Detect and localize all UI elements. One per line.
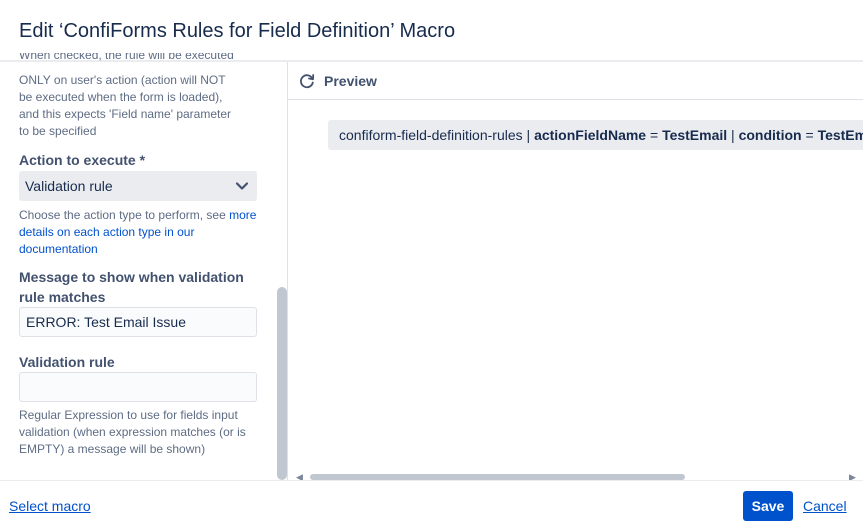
validation-rule-input[interactable]	[19, 372, 257, 402]
macro-preview-placeholder: confiform-field-definition-rules | actio…	[328, 120, 863, 150]
dialog-title: Edit ‘ConfiForms Rules for Field Definit…	[19, 20, 456, 42]
save-button[interactable]: Save	[743, 491, 793, 521]
validation-rule-help: Regular Expression to use for fields inp…	[19, 408, 246, 456]
action-select-value: Validation rule	[25, 178, 113, 194]
action-select[interactable]: Validation rule	[19, 171, 257, 201]
cut-help-line-0: When checked, the rule will be executed	[19, 53, 234, 62]
validation-rule-label: Validation rule	[19, 354, 115, 370]
message-input[interactable]: ERROR: Test Email Issue	[19, 307, 257, 337]
preview-label: Preview	[324, 73, 377, 89]
cancel-button[interactable]: Cancel	[803, 498, 847, 514]
cut-help-line-4: to be specified	[19, 124, 97, 138]
select-macro-link[interactable]: Select macro	[9, 498, 91, 514]
left-scrollbar-thumb[interactable]	[277, 287, 287, 480]
cut-help-line-3: and this expects 'Field name' parameter	[19, 107, 232, 121]
chevron-down-icon	[235, 182, 249, 190]
refresh-icon[interactable]	[298, 72, 316, 90]
cut-help-line-1: ONLY on user's action (action will NOT	[19, 73, 226, 87]
action-help: Choose the action type to perform, see m…	[19, 208, 257, 256]
action-label: Action to execute *	[19, 152, 146, 168]
cut-help-line-2: be executed when the form is loaded),	[19, 90, 223, 104]
dialog-footer	[0, 480, 863, 530]
message-label: Message to show when validation rule mat…	[19, 269, 244, 305]
